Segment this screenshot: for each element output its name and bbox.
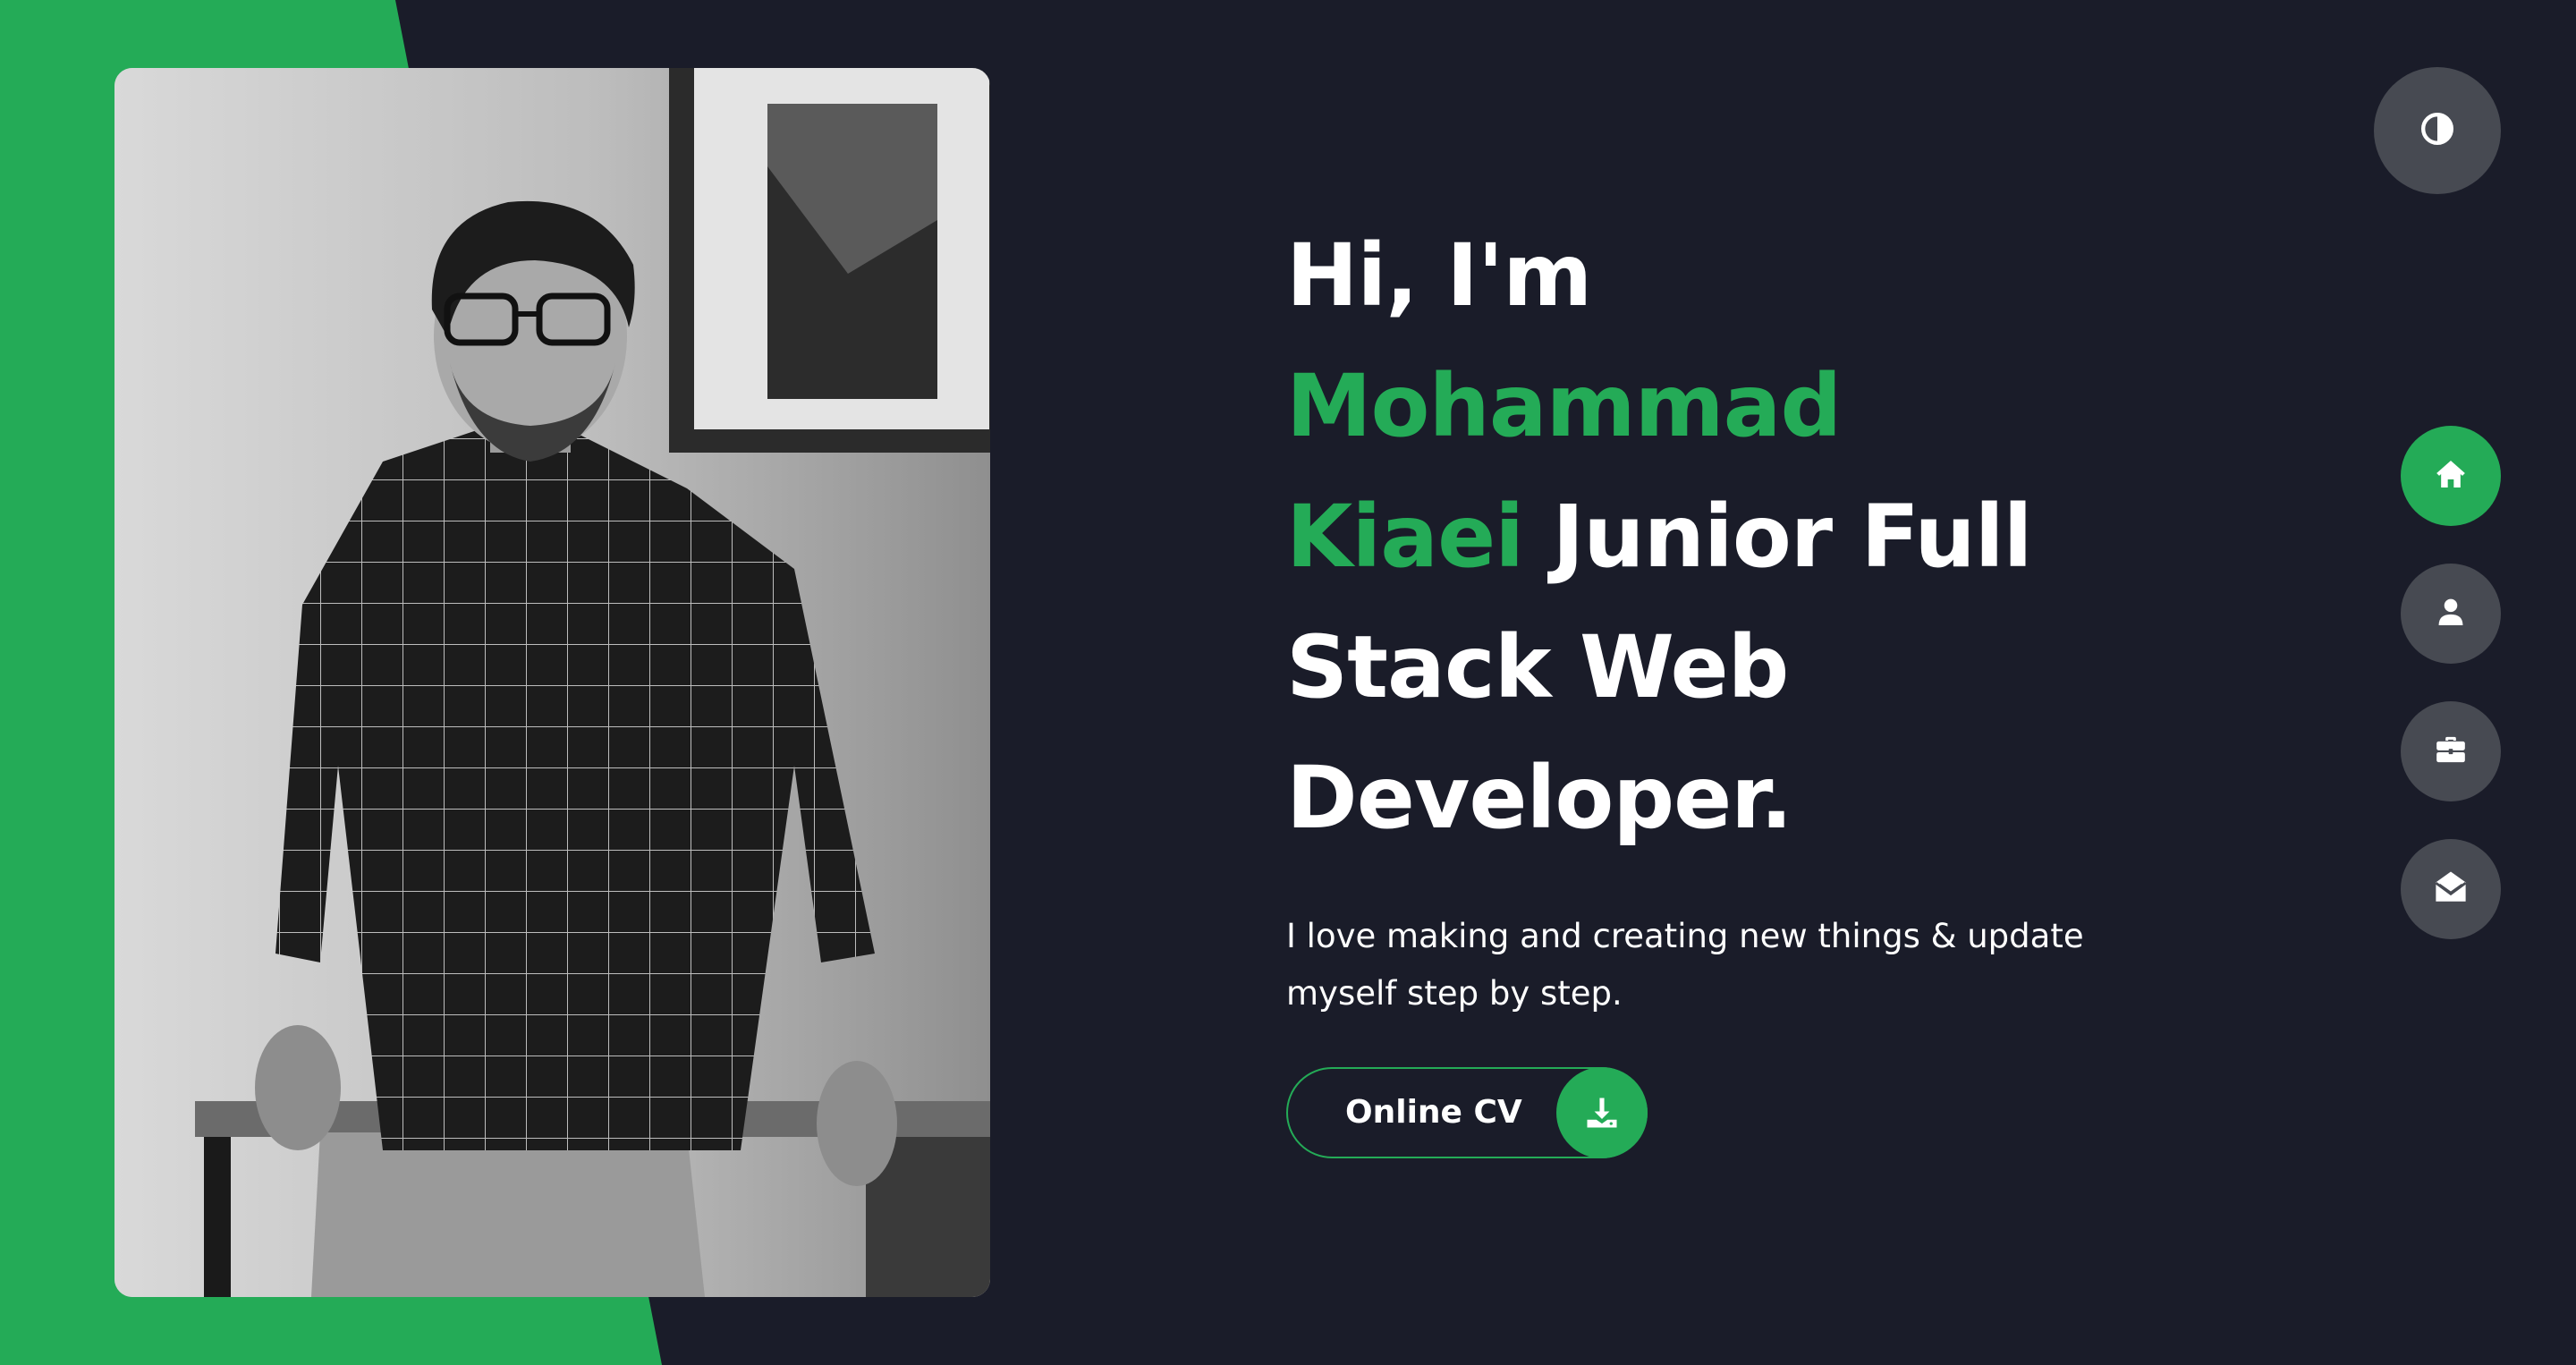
online-cv-button[interactable]: Online CV (1286, 1067, 1648, 1158)
hero-headline: Hi, I'm Mohammad Kiaei Junior Full Stack… (1286, 210, 2091, 863)
side-navigation (2401, 426, 2501, 977)
role-text-part2: Stack Web (1286, 617, 1789, 717)
home-icon (2433, 456, 2469, 496)
nav-contact-button[interactable] (2401, 839, 2501, 939)
name-last: Kiaei (1286, 487, 1524, 587)
nav-portfolio-button[interactable] (2401, 701, 2501, 801)
greeting-text: Hi, I'm (1286, 225, 1592, 326)
online-cv-label: Online CV (1345, 1094, 1522, 1131)
nav-about-button[interactable] (2401, 564, 2501, 664)
role-text-part3: Developer. (1286, 748, 1792, 848)
nav-home-button[interactable] (2401, 426, 2501, 526)
home-page: Hi, I'm Mohammad Kiaei Junior Full Stack… (0, 0, 2576, 1365)
envelope-open-icon (2432, 869, 2470, 910)
tagline: I love making and creating new things & … (1286, 917, 2084, 1013)
hero-section: Hi, I'm Mohammad Kiaei Junior Full Stack… (1286, 210, 2091, 1158)
briefcase-icon (2433, 732, 2469, 771)
role-text-part1: Junior Full (1552, 487, 2033, 587)
profile-photo (114, 68, 990, 1297)
user-icon (2434, 595, 2468, 632)
name-first: Mohammad (1286, 356, 1842, 456)
contrast-icon (2419, 111, 2455, 150)
download-icon (1556, 1067, 1648, 1158)
theme-toggle-button[interactable] (2374, 67, 2501, 194)
